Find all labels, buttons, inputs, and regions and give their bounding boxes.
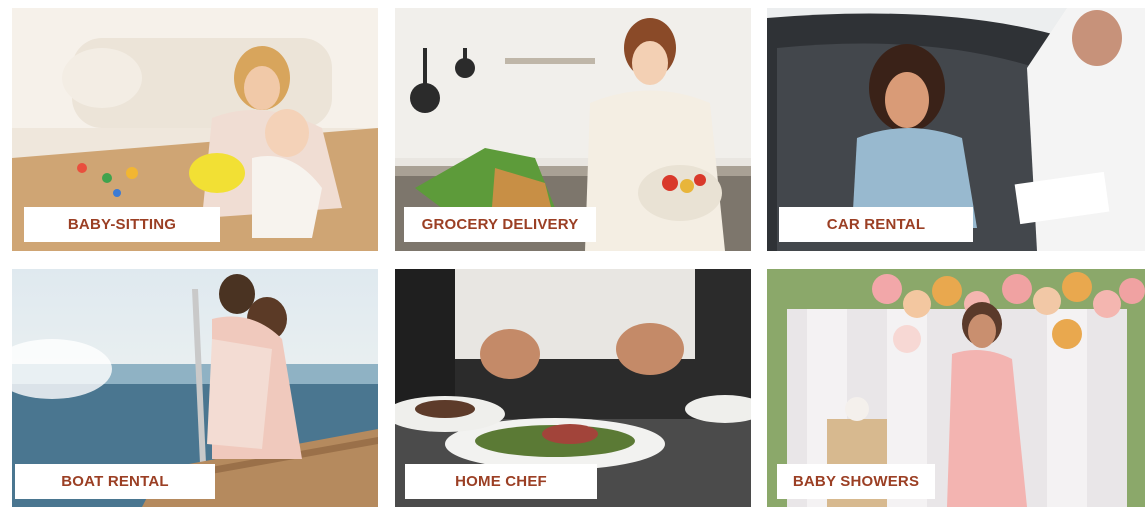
service-label: BABY-SITTING bbox=[24, 207, 220, 242]
service-label: CAR RENTAL bbox=[779, 207, 973, 242]
service-tile-boat-rental[interactable]: BOAT RENTAL bbox=[12, 269, 378, 507]
service-label: GROCERY DELIVERY bbox=[404, 207, 596, 242]
service-tile-baby-sitting[interactable]: BABY-SITTING bbox=[12, 8, 378, 251]
service-tile-grocery-delivery[interactable]: GROCERY DELIVERY bbox=[395, 8, 751, 251]
service-tile-baby-showers[interactable]: BABY SHOWERS bbox=[767, 269, 1145, 507]
service-tile-home-chef[interactable]: HOME CHEF bbox=[395, 269, 751, 507]
service-label: BABY SHOWERS bbox=[777, 464, 935, 499]
service-label: HOME CHEF bbox=[405, 464, 597, 499]
service-tile-car-rental[interactable]: CAR RENTAL bbox=[767, 8, 1145, 251]
service-label: BOAT RENTAL bbox=[15, 464, 215, 499]
